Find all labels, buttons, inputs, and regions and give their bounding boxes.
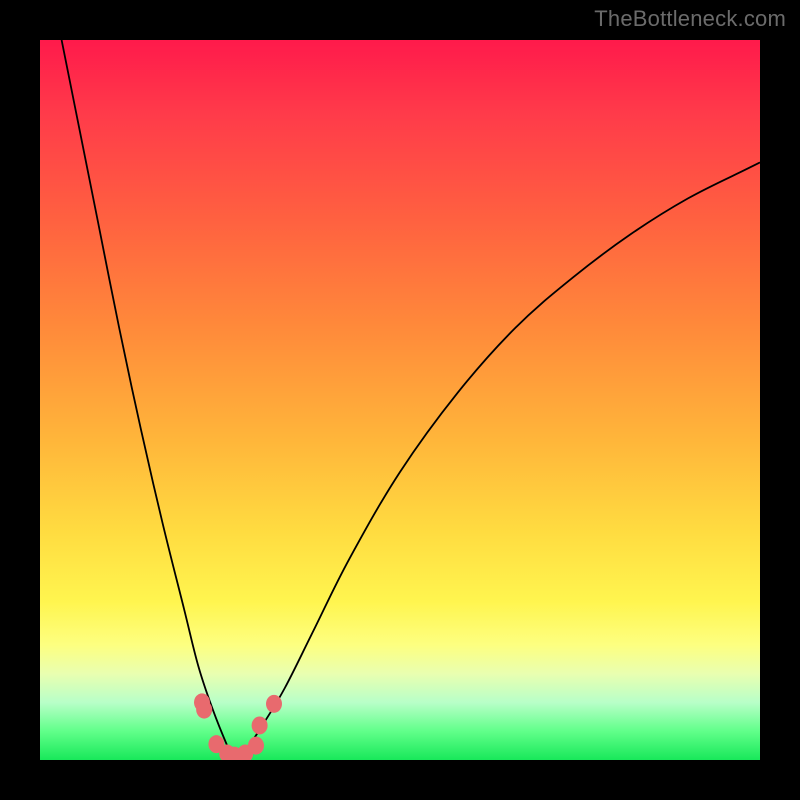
data-marker (266, 695, 282, 713)
left-branch-curve (62, 40, 235, 760)
watermark-text: TheBottleneck.com (594, 6, 786, 32)
marker-group (194, 693, 282, 760)
data-marker (196, 701, 212, 719)
plot-area (40, 40, 760, 760)
data-marker (252, 716, 268, 734)
right-branch-curve (234, 162, 760, 760)
data-marker (248, 737, 264, 755)
chart-frame: TheBottleneck.com (0, 0, 800, 800)
curve-layer (40, 40, 760, 760)
